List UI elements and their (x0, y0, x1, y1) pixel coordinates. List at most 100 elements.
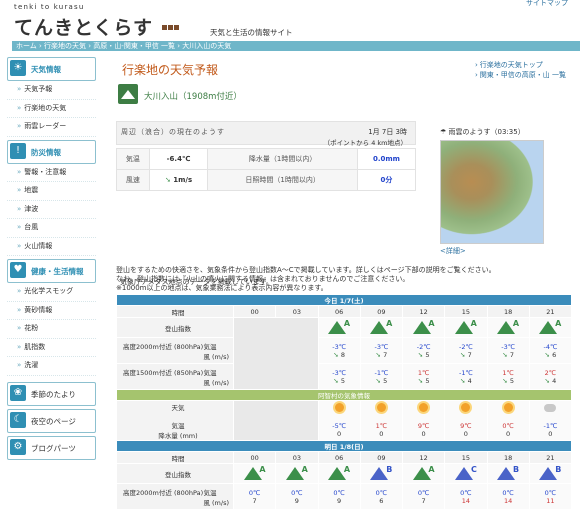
hour-cell: 06 (317, 305, 361, 318)
section-weather[interactable]: ☀ 天気情報 (7, 57, 96, 81)
mountain-index-icon: C (454, 465, 477, 481)
current-title: 周辺（浪合）の現在のようす (121, 128, 225, 136)
village-cell: -5℃ 0 (317, 400, 361, 441)
hp800-cell: 0℃ 6 (359, 483, 404, 510)
village-labels: 天気 気温 降水量 (mm) (116, 400, 234, 441)
sidebar-item-smog[interactable]: 光化学スモッグ (7, 283, 96, 302)
time-label: 時間 (116, 451, 234, 464)
hp850-cell: -1℃ ➘ 5 (359, 363, 404, 390)
place-name: 大川入山（1908m付近） (144, 92, 242, 102)
rain-label: 降水量（1時間以内） (207, 148, 358, 170)
hour-cell: 15 (444, 451, 488, 464)
sidebar-item-tsunami[interactable]: 津波 (7, 201, 96, 219)
hp850-cell: -1℃ ➘ 4 (444, 363, 488, 390)
umbrella-icon: ☂ (440, 128, 447, 136)
hp800-cell: -3℃ ➘ 7 (486, 337, 530, 364)
mountain-index-icon: A (328, 465, 350, 481)
section-weather-label: 天気情報 (31, 65, 61, 74)
sidebar-item-volcano[interactable]: 火山情報 (7, 238, 96, 256)
nav-leisure-top-link[interactable]: 行楽地の天気トップ (475, 60, 566, 70)
hp800-cell: 0℃ 9 (275, 483, 319, 510)
nav-kanto-list-link[interactable]: 関東・甲信の高原・山 一覧 (475, 70, 566, 80)
sidebar-item-radar[interactable]: 雨雲レーダー (7, 118, 96, 137)
sidebar-item-earthquake[interactable]: 地震 (7, 182, 96, 201)
index-label: 登山指数 (116, 463, 234, 484)
section-disaster[interactable]: ! 防災情報 (7, 139, 96, 164)
hour-cell: 09 (359, 305, 404, 318)
rain-value: 0.0mm (356, 148, 417, 170)
wind-speed: 1m/s (173, 176, 193, 184)
hp800-cell: -2℃ ➘ 5 (401, 337, 446, 364)
section-blog-parts[interactable]: ⚙ ブログパーツ (7, 435, 96, 460)
current-title-bar: 周辺（浪合）の現在のようす 1月 7日 3時 （ポイントから 4 km地点） (116, 121, 416, 147)
hour-cell: 12 (401, 451, 446, 464)
warning-icon: ! (10, 142, 26, 159)
radar-title-text: 雨雲のようす（03:35） (448, 128, 525, 136)
mountain-index-icon: A (412, 465, 435, 481)
sidebar-item-typhoon[interactable]: 台風 (7, 219, 96, 238)
sunny-icon (376, 403, 386, 412)
sidebar-item-laundry[interactable]: 洗濯 (7, 357, 96, 376)
index-cell: A (486, 317, 530, 338)
sitemap-link[interactable]: サイトマップ (526, 0, 568, 8)
page-nav: 行楽地の天気トップ 関東・甲信の高原・山 一覧 (475, 60, 566, 80)
sidebar-item-pollen[interactable]: 花粉 (7, 320, 96, 339)
sunny-icon (419, 403, 429, 412)
hp800-cell: 0℃ 9 (317, 483, 361, 510)
radar-map[interactable] (440, 140, 544, 244)
hour-cell: 00 (232, 451, 277, 464)
gear-icon: ⚙ (10, 438, 26, 455)
mountain-index-icon: A (243, 465, 266, 481)
index-cell: B (528, 463, 573, 484)
sidebar: ☀ 天気情報 天気予報 行楽地の天気 雨雲レーダー ! 防災情報 警報・注意報 … (7, 54, 96, 460)
index-cell: A (401, 317, 446, 338)
section-season-label: 季節のたより (31, 389, 76, 399)
hp800-cell: 0℃ 14 (486, 483, 530, 510)
village-cell: 0℃ 0 (486, 400, 530, 441)
temp-label: 気温 (116, 148, 150, 170)
hp800-cell: -3℃ ➘ 7 (359, 337, 404, 364)
past-hours-blank (233, 317, 319, 390)
time-label: 時間 (116, 305, 234, 318)
site-logo[interactable]: てんきとくらす (14, 13, 153, 40)
sidebar-item-forecast[interactable]: 天気予報 (7, 81, 96, 100)
hour-cell: 21 (528, 451, 573, 464)
cloudy-icon (544, 403, 557, 412)
hp850-cell: 1℃ ➘ 5 (486, 363, 530, 390)
section-health[interactable]: ♥ 健康・生活情報 (7, 259, 96, 283)
leaf-icon: ❀ (10, 384, 26, 401)
sidebar-item-dust[interactable]: 黄砂情報 (7, 302, 96, 320)
index-cell: A (359, 317, 404, 338)
hp850-cell: 1℃ ➘ 5 (401, 363, 446, 390)
mountain-index-icon: A (497, 319, 519, 335)
weather-icon: ☀ (10, 60, 26, 76)
hour-cell: 00 (232, 305, 277, 318)
index-cell: B (486, 463, 530, 484)
index-cell: A (232, 463, 277, 484)
section-season[interactable]: ❀ 季節のたより (7, 381, 96, 406)
index-cell: A (401, 463, 446, 484)
radar-detail-link[interactable]: <詳細> (440, 246, 550, 256)
health-icon: ♥ (10, 262, 26, 278)
sidebar-item-leisure[interactable]: 行楽地の天気 (7, 100, 96, 118)
index-cell: A (444, 317, 488, 338)
tomorrow-header: 明日 1/8(日) (116, 440, 572, 452)
forecast-table: 今日 1/7(土) 時間 00 03 06 09 12 15 18 21 登山指… (116, 294, 573, 510)
hp800-cell: 0℃ 14 (444, 483, 488, 510)
mountain-index-icon: A (285, 465, 308, 481)
sidebar-item-warnings[interactable]: 警報・注意報 (7, 164, 96, 182)
desc-line: なお、登山指数には『火山の噴火に関する情報』は含まれておりませんのでご注意くださ… (116, 275, 410, 283)
index-description: 登山をするための快適さを、気象条件から登山指数A～Cで掲載しています。詳しくはペ… (116, 266, 496, 293)
hour-cell: 18 (486, 305, 530, 318)
sun-value: 0分 (356, 169, 417, 191)
hp800-cell: -4℃ ➘ 6 (528, 337, 573, 364)
hour-cell: 21 (528, 305, 573, 318)
index-cell: A (275, 463, 319, 484)
sidebar-item-skin[interactable]: 肌指数 (7, 339, 96, 357)
section-night-sky[interactable]: ☾ 夜空のページ (7, 408, 96, 433)
mountain-index-icon: B (497, 465, 519, 481)
hour-cell: 09 (359, 451, 404, 464)
hp800-cell: 0℃ 7 (232, 483, 277, 510)
breadcrumb[interactable]: ホーム › 行楽地の天気 › 高原・山-関東・甲信 一覧 › 大川入山の天気 (12, 41, 580, 51)
hp800-cell: 0℃ 11 (528, 483, 573, 510)
